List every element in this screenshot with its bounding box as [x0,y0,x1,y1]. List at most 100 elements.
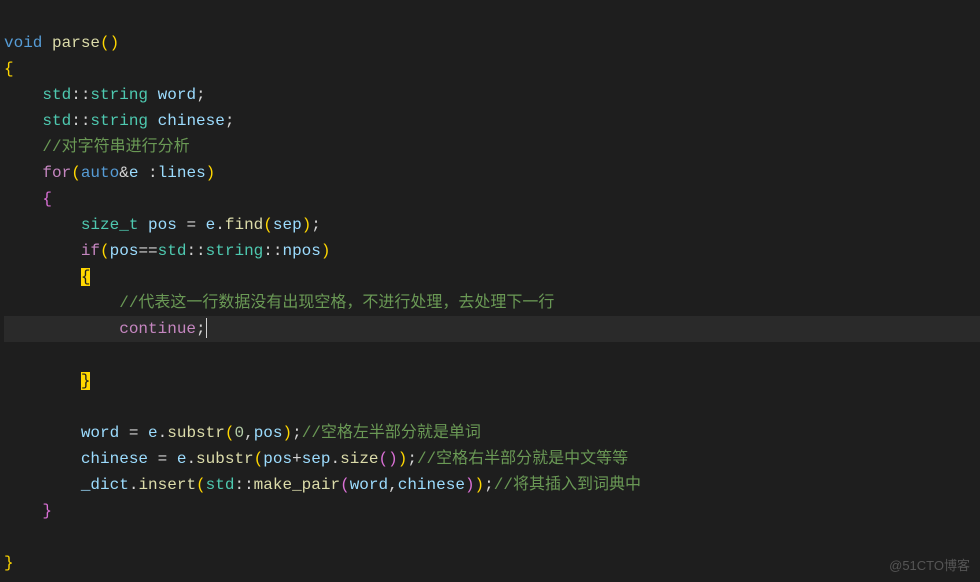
namespace: std [42,86,71,104]
code-line: //对字符串进行分析 [4,138,190,156]
code-line: chinese = e.substr(pos+sep.size());//空格右… [4,450,628,468]
func-makepair: make_pair [254,476,340,494]
paren: ( [254,450,264,468]
namespace: std [206,476,235,494]
code-line: std::string word; [4,86,206,104]
paren: ( [100,242,110,260]
semicolon: ; [484,476,494,494]
code-line: void parse() [4,34,119,52]
var-chinese: chinese [81,450,158,468]
function-parse: parse [52,34,100,52]
dot: . [186,450,196,468]
keyword-continue: continue [119,320,196,338]
dot: . [158,424,168,442]
const-npos: npos [282,242,320,260]
code-line: } [4,502,52,520]
dot: . [331,450,341,468]
var-sep: sep [302,450,331,468]
keyword-if: if [81,242,100,260]
brace-close: } [4,554,14,572]
code-line: if(pos==std::string::npos) [4,242,330,260]
semicolon: ; [407,450,417,468]
type-sizet: size_t [81,216,139,234]
code-line: { [4,60,14,78]
var-word: word [148,86,196,104]
scope: :: [263,242,282,260]
code-line: size_t pos = e.find(sep); [4,216,321,234]
paren: ( [340,476,350,494]
keyword-void: void [4,34,42,52]
dot: . [129,476,139,494]
paren: ) [206,164,216,182]
brace-open-active: { [81,268,91,286]
paren: () [100,34,119,52]
paren: ( [196,476,206,494]
paren: ( [263,216,273,234]
code-line: } [4,372,90,390]
code-line: } [4,554,14,572]
semicolon: ; [196,86,206,104]
type-string: string [90,86,148,104]
operator: & [119,164,129,182]
comment: //将其插入到词典中 [494,476,641,494]
paren: ) [302,216,312,234]
brace-open: { [4,60,14,78]
code-line: word = e.substr(0,pos);//空格左半部分就是单词 [4,424,481,442]
watermark: @51CTO博客 [889,555,970,574]
comment: //对字符串进行分析 [42,138,189,156]
comment: //空格左半部分就是单词 [302,424,481,442]
var-dict: _dict [81,476,129,494]
paren: ) [465,476,475,494]
var-pos: pos [138,216,186,234]
var-chinese: chinese [398,476,465,494]
namespace: std [42,112,71,130]
semicolon: ; [311,216,321,234]
brace-close: } [42,502,52,520]
scope: :: [71,112,90,130]
code-line: { [4,190,52,208]
code-editor[interactable]: void parse() { std::string word; std::st… [0,4,980,576]
var-word: word [350,476,388,494]
var-e: e [129,164,148,182]
method-insert: insert [138,476,196,494]
code-line: for(auto&e :lines) [4,164,215,182]
comma: , [388,476,398,494]
type-string: string [206,242,264,260]
code-line: //代表这一行数据没有出现空格，不进行处理，去处理下一行 [4,294,554,312]
brace-close-active: } [81,372,91,390]
code-line: _dict.insert(std::make_pair(word,chinese… [4,476,641,494]
code-line-active: continue; [4,316,980,342]
colon: : [148,164,158,182]
var-chinese: chinese [148,112,225,130]
semicolon: ; [292,424,302,442]
comma: , [244,424,254,442]
paren: ) [475,476,485,494]
method-substr: substr [196,450,254,468]
paren: ) [398,450,408,468]
scope: :: [71,86,90,104]
var-pos: pos [110,242,139,260]
var-e: e [167,450,186,468]
var-lines: lines [158,164,206,182]
type-string: string [90,112,148,130]
method-substr: substr [167,424,225,442]
comment: //代表这一行数据没有出现空格，不进行处理，去处理下一行 [119,294,554,312]
comment: //空格右半部分就是中文等等 [417,450,628,468]
operator: == [138,242,157,260]
method-find: find [225,216,263,234]
scope: :: [234,476,253,494]
dot: . [215,216,225,234]
keyword-for: for [42,164,71,182]
var-sep: sep [273,216,302,234]
paren: ( [379,450,389,468]
scope: :: [186,242,205,260]
code-line: std::string chinese; [4,112,234,130]
literal: 0 [234,424,244,442]
operator: = [129,424,139,442]
var-e: e [196,216,215,234]
paren: ) [283,424,293,442]
var-pos: pos [263,450,292,468]
semicolon: ; [225,112,235,130]
namespace: std [158,242,187,260]
code-line: { [4,268,90,286]
